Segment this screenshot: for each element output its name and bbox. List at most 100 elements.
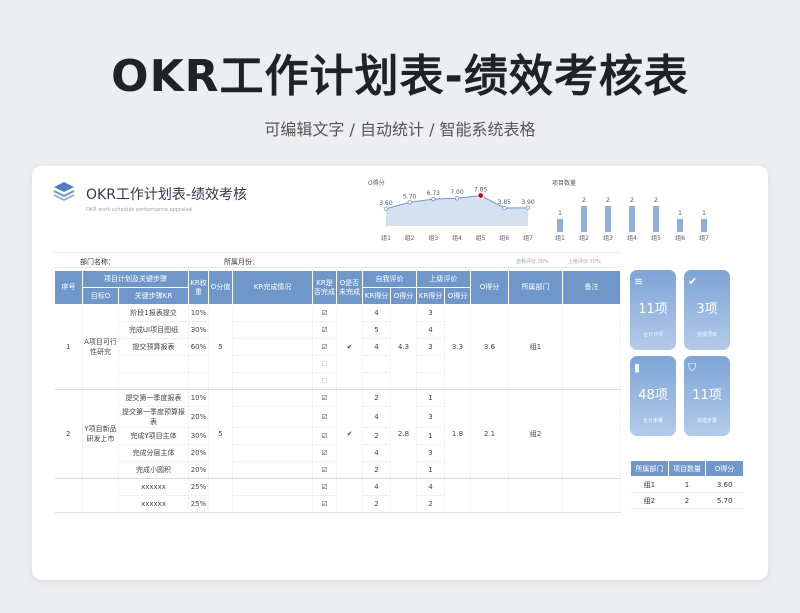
area-point bbox=[407, 200, 412, 205]
kr-status-cell bbox=[232, 389, 313, 407]
header-o-total: O得分 bbox=[470, 270, 509, 305]
bar-chart-title: 项目数量 bbox=[552, 179, 576, 187]
kr-status-cell bbox=[232, 478, 313, 496]
kr-status-cell bbox=[232, 461, 313, 479]
kr-status-cell bbox=[232, 355, 313, 373]
weight-cell: 20% bbox=[188, 406, 209, 428]
area-category-label: 组3 bbox=[428, 234, 438, 242]
kr-done-checkbox[interactable]: ☑ bbox=[312, 389, 337, 407]
kr-done-checkbox[interactable]: ☑ bbox=[312, 406, 337, 428]
tile-total-items: ≋ 11项 合计计项 bbox=[630, 270, 676, 350]
area-value-label: 5.70 bbox=[403, 193, 417, 200]
boss-o-score-cell: 1.8 bbox=[444, 389, 471, 479]
doc-title: OKR工作计划表-绩效考核 bbox=[86, 187, 247, 203]
self-kr-score-cell: 4 bbox=[362, 338, 391, 356]
boss-kr-score-cell: 4 bbox=[416, 478, 445, 496]
bar-category-label: 组4 bbox=[627, 234, 637, 242]
kr-done-checkbox[interactable]: ☑ bbox=[312, 444, 337, 462]
header-boss-eval: 上级评价 bbox=[416, 270, 471, 288]
tile-label: 合计步骤 bbox=[642, 418, 663, 424]
weight-cell bbox=[188, 372, 209, 390]
bar-category-label: 组5 bbox=[651, 234, 661, 242]
header-boss-kr-score: KR得分 bbox=[416, 287, 445, 305]
self-kr-score-cell: 4 bbox=[362, 478, 391, 496]
area-category-label: 组5 bbox=[476, 234, 486, 242]
kr-cell: 提交第一季度预算报表 bbox=[118, 406, 189, 428]
kr-done-checkbox[interactable]: ☐ bbox=[312, 355, 337, 373]
self-kr-score-cell: 5 bbox=[362, 321, 391, 339]
boss-o-score-cell bbox=[444, 478, 471, 513]
hero-subtitle: 可编辑文字 / 自动统计 / 智能系统表格 bbox=[264, 120, 536, 139]
weight-cell: 25% bbox=[188, 478, 209, 496]
area-value-label: 3.60 bbox=[379, 200, 393, 207]
self-o-score-cell: 4.3 bbox=[390, 304, 417, 390]
kr-done-checkbox[interactable]: ☑ bbox=[312, 338, 337, 356]
self-weight-note: 自我评价 30% bbox=[516, 259, 549, 265]
o-total-cell: 3.6 bbox=[470, 304, 509, 390]
boss-kr-score-cell: 1 bbox=[416, 461, 445, 479]
kr-cell: 完成分层主体 bbox=[118, 444, 189, 462]
header-kr-done: KR是否完成 bbox=[312, 270, 337, 305]
o-value-cell: 5 bbox=[208, 304, 233, 390]
kr-done-checkbox[interactable]: ☑ bbox=[312, 304, 337, 322]
tile-completed-steps: ⛉ 11项 完成步骤 bbox=[684, 356, 730, 436]
header-self-o-score: O得分 bbox=[390, 287, 417, 305]
kr-status-cell bbox=[232, 495, 313, 513]
bar-category-label: 组6 bbox=[675, 234, 685, 242]
table-row: 组2 2 5.70 bbox=[630, 492, 744, 509]
kr-done-checkbox[interactable]: ☑ bbox=[312, 495, 337, 513]
kr-status-cell bbox=[232, 321, 313, 339]
kr-done-checkbox[interactable]: ☐ bbox=[312, 372, 337, 390]
bar-value-label: 2 bbox=[630, 197, 634, 204]
weight-cell: 25% bbox=[188, 495, 209, 513]
header-boss-o-score: O得分 bbox=[444, 287, 471, 305]
o-value-cell bbox=[208, 478, 233, 513]
kr-cell: 完成UI项目图纸 bbox=[118, 321, 189, 339]
weight-cell: 10% bbox=[188, 389, 209, 407]
area-point bbox=[431, 196, 436, 202]
boss-o-score-cell: 3.3 bbox=[444, 304, 471, 390]
kr-done-checkbox[interactable]: ☑ bbox=[312, 478, 337, 496]
tile-value: 3项 bbox=[696, 302, 718, 317]
area-point bbox=[525, 205, 531, 211]
header-o-value: O分值 bbox=[208, 270, 233, 305]
shield-icon: ⛉ bbox=[688, 361, 697, 374]
hero-title: OKR工作计划表-绩效考核表 bbox=[111, 51, 689, 102]
kr-cell bbox=[118, 372, 189, 390]
kr-status-cell bbox=[232, 304, 313, 322]
boss-kr-score-cell: 3 bbox=[416, 444, 445, 462]
area-category-label: 组6 bbox=[499, 234, 509, 242]
self-kr-score-cell: 2 bbox=[362, 461, 391, 479]
self-kr-score-cell: 2 bbox=[362, 427, 391, 445]
kr-done-checkbox[interactable]: ☑ bbox=[312, 461, 337, 479]
tile-value: 11项 bbox=[692, 388, 722, 403]
dept-label: 部门名称： bbox=[80, 258, 115, 266]
side-header-o-score: O得分 bbox=[705, 460, 744, 477]
side-cell: 组2 bbox=[630, 492, 669, 509]
header-self-kr-score: KR得分 bbox=[362, 287, 391, 305]
o-done-check: ✔ bbox=[336, 304, 363, 390]
kr-cell: xxxxxx bbox=[118, 478, 189, 496]
bar-category-label: 组3 bbox=[603, 234, 613, 242]
kr-done-checkbox[interactable]: ☑ bbox=[312, 427, 337, 445]
self-o-score-cell: 2.8 bbox=[390, 389, 417, 479]
tile-value: 48项 bbox=[638, 388, 668, 403]
bar-category-label: 组2 bbox=[579, 234, 589, 242]
weight-cell: 10% bbox=[188, 304, 209, 322]
table-row: 2 Y项目新品研发上市 提交第一季度报表 10% 5 ☑ ✔ 2 2.8 1 1.8 2.1 组2 bbox=[54, 389, 621, 479]
meta-row: 部门名称： 所属月份： 自我评价 30% 上级评价 70% bbox=[54, 252, 620, 268]
kr-done-checkbox[interactable]: ☑ bbox=[312, 321, 337, 339]
side-cell: 3.60 bbox=[705, 476, 744, 493]
area-value-label: 7.00 bbox=[450, 189, 464, 196]
self-kr-score-cell: 4 bbox=[362, 444, 391, 462]
bar bbox=[701, 219, 707, 232]
o-done-check bbox=[336, 478, 363, 513]
area-point bbox=[454, 196, 460, 201]
kr-cell: xxxxxx bbox=[118, 495, 189, 513]
header-dept: 所属部门 bbox=[508, 270, 563, 305]
bar bbox=[629, 206, 635, 232]
area-point bbox=[383, 206, 389, 211]
dept-cell bbox=[508, 478, 563, 513]
boss-kr-score-cell: 3 bbox=[416, 406, 445, 428]
area-category-label: 组2 bbox=[405, 234, 415, 242]
